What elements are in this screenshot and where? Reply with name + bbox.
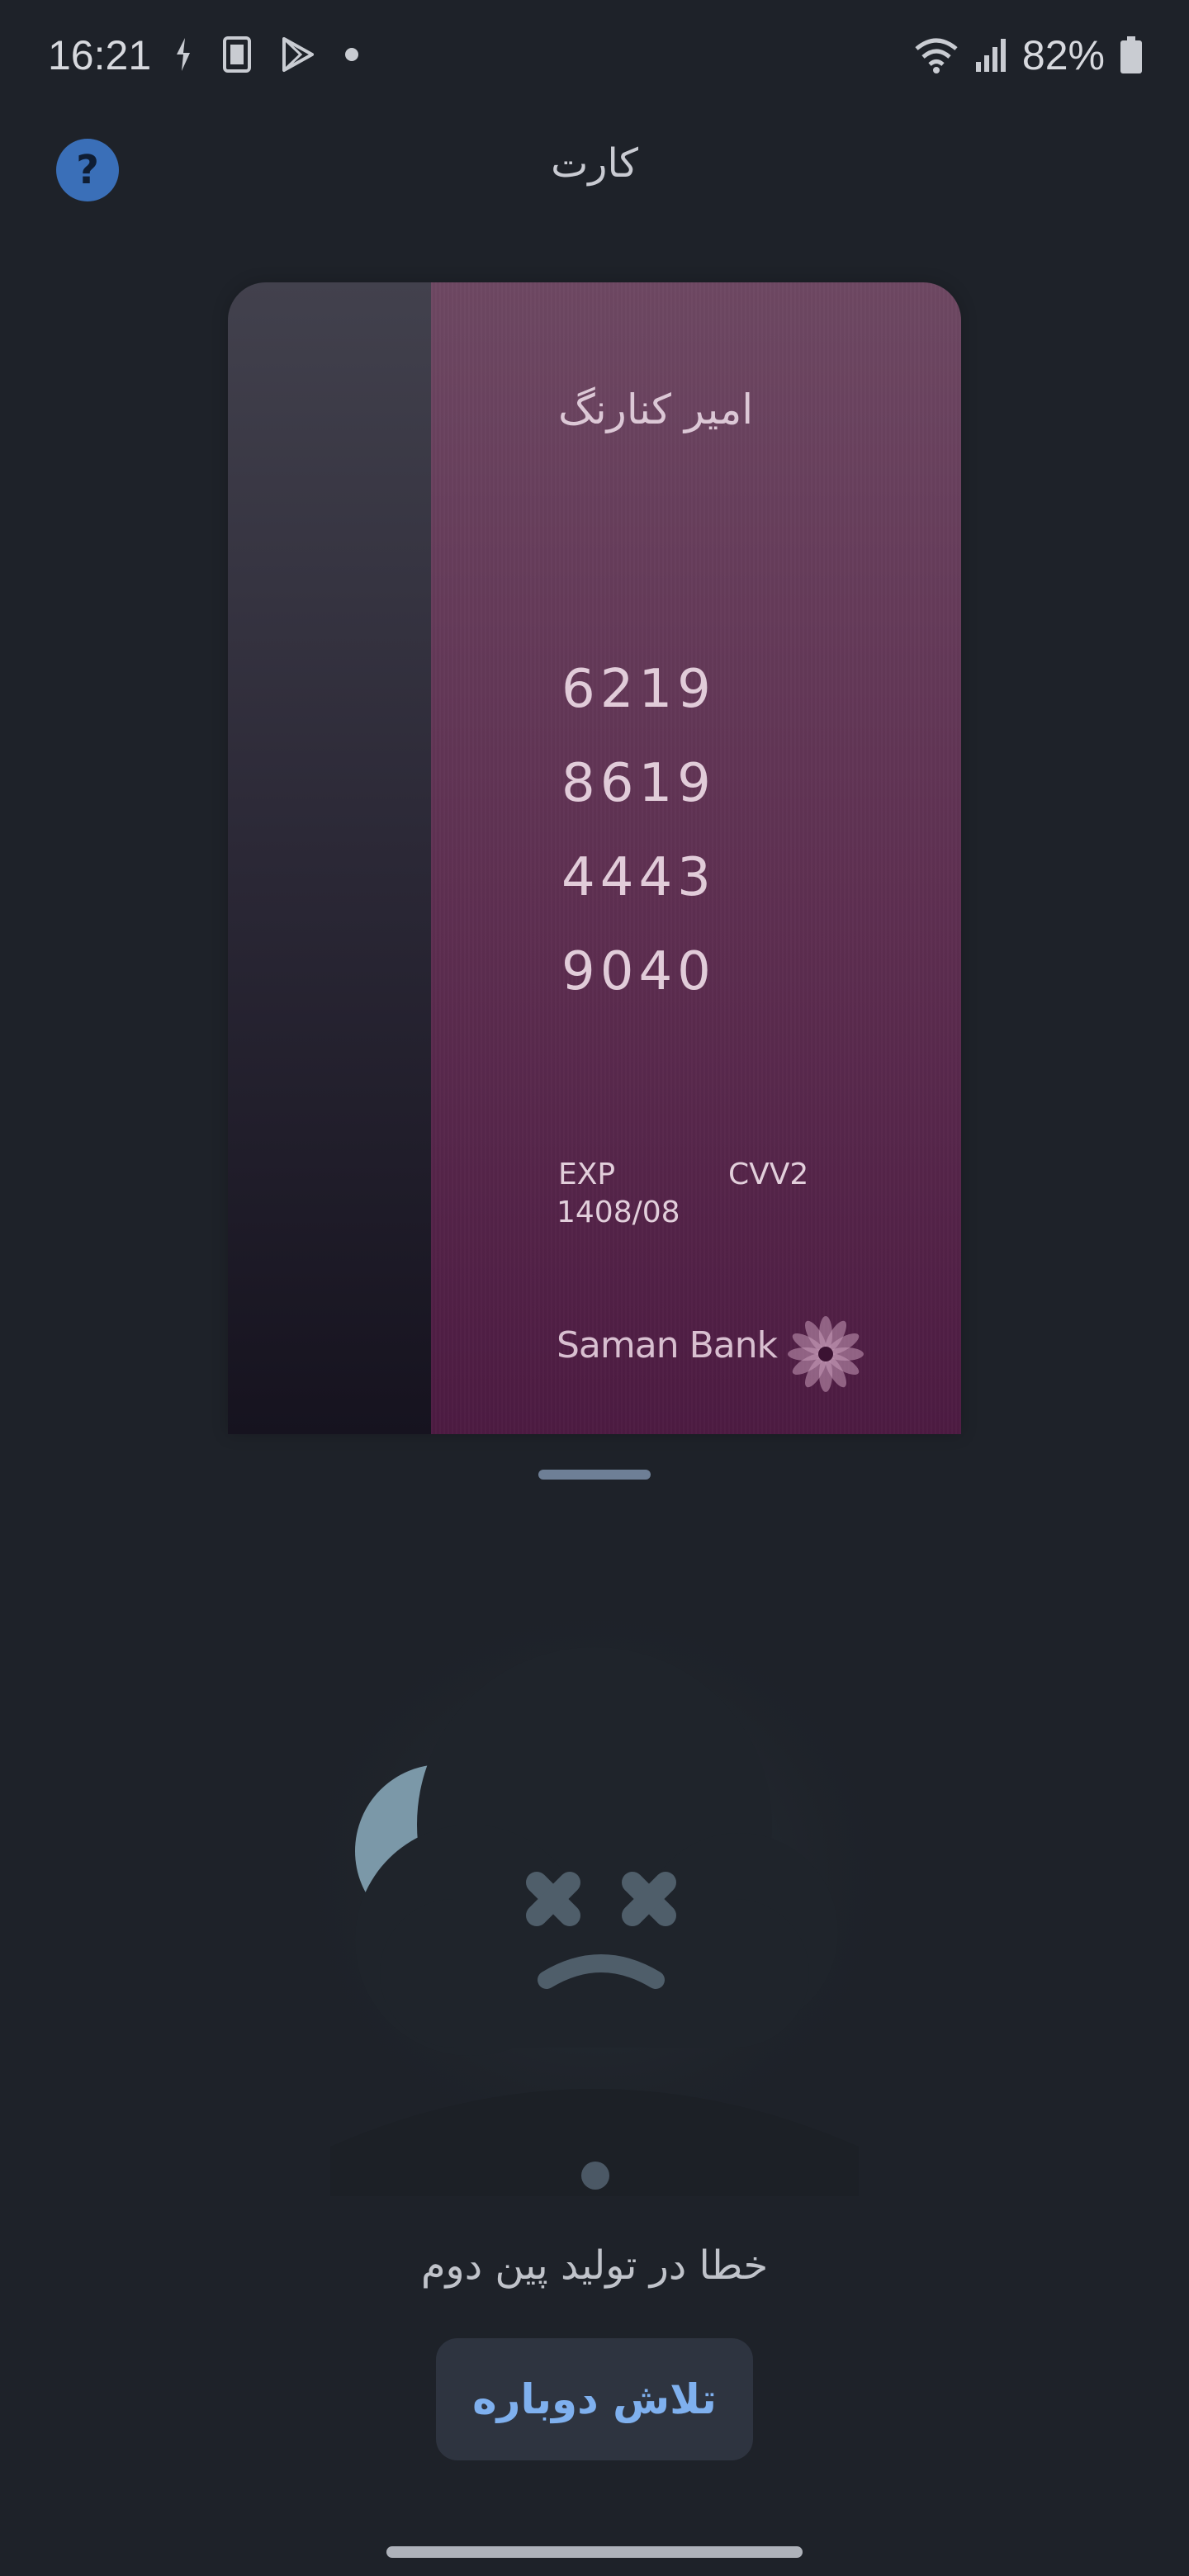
retry-button[interactable]: تلاش دوباره [436, 2338, 753, 2460]
gesture-nav-bar[interactable] [386, 2546, 803, 2558]
card-number-group: 4443 [561, 847, 716, 908]
system-icons: 82% [913, 31, 1143, 79]
exp-value: 1408/08 [557, 1196, 680, 1229]
status-bar: 16:21 82% [0, 0, 1189, 116]
cvv-label: CVV2 [728, 1158, 809, 1191]
card-holder-name: امیر کنارنگ [558, 386, 754, 433]
exp-label: EXP [558, 1158, 616, 1191]
card-number-group: 9040 [561, 941, 716, 1002]
card-number-group: 8619 [561, 753, 716, 814]
page-title: کارت [551, 140, 638, 187]
transfer-icon [177, 38, 190, 71]
card-number-group: 6219 [561, 659, 716, 720]
notification-icons [173, 36, 358, 73]
battery-icon [1120, 36, 1142, 73]
status-time: 16:21 [48, 32, 152, 78]
signal-icon [975, 39, 1006, 72]
card-side-strip [228, 282, 431, 1434]
loading-dot [581, 2162, 609, 2190]
play-store-icon [282, 37, 314, 72]
dot-icon [345, 48, 358, 61]
screenshot-icon [223, 36, 251, 73]
bank-card[interactable]: امیر کنارنگ 6219 8619 4443 9040 EXP CVV2… [228, 282, 961, 1434]
error-cloud-illustration [281, 1618, 908, 2196]
error-message: خطا در تولید پین دوم [420, 2242, 769, 2289]
bank-logo-icon [788, 1316, 864, 1392]
wifi-icon [915, 38, 958, 73]
battery-percentage: 82% [1021, 32, 1105, 78]
sheet-drag-handle[interactable] [538, 1470, 651, 1480]
bank-logo-text: Saman Bank [557, 1324, 778, 1366]
